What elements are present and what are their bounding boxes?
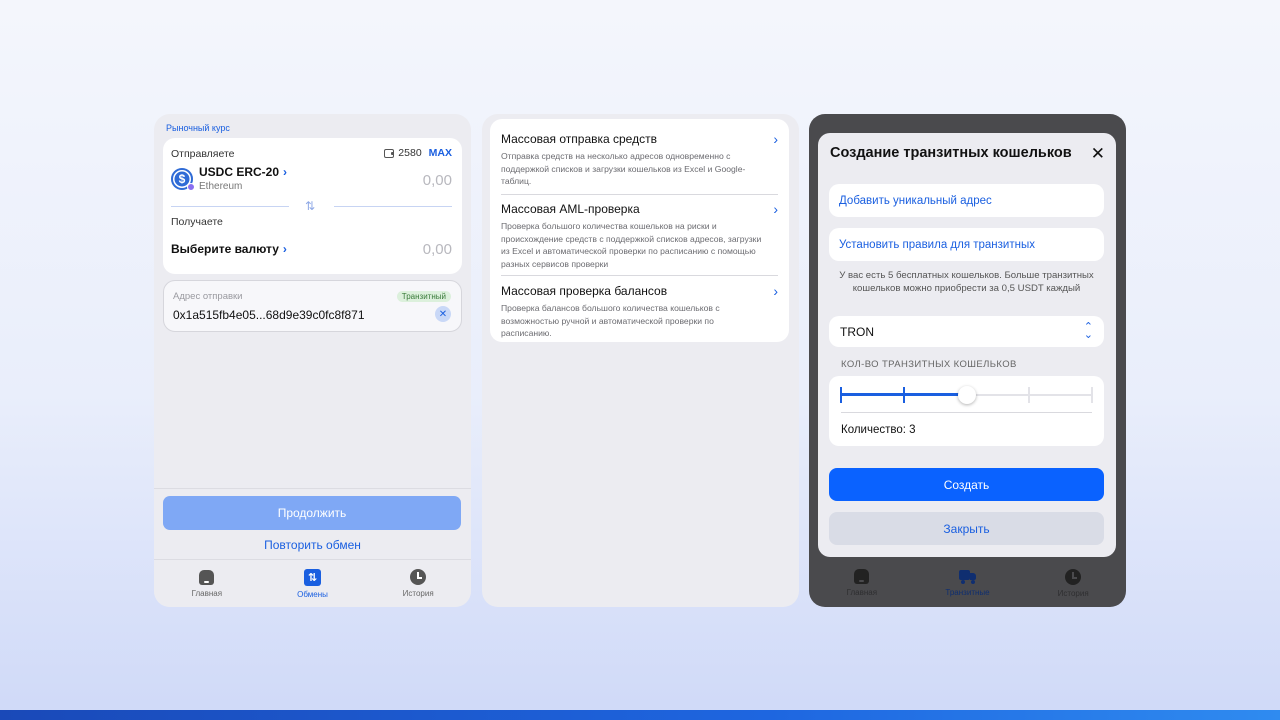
receive-label: Получаете — [171, 216, 223, 228]
chevron-right-icon: › — [773, 201, 778, 217]
tab-history[interactable]: История — [1020, 559, 1126, 607]
clear-icon[interactable]: ✕ — [435, 306, 451, 322]
wallet-icon — [384, 148, 395, 158]
chevron-right-icon: › — [283, 165, 288, 179]
slider-thumb[interactable] — [957, 386, 976, 404]
history-icon — [410, 569, 427, 585]
repeat-exchange-link[interactable]: Повторить обмен — [154, 538, 471, 552]
home-icon — [199, 569, 215, 585]
modal-title: Создание транзитных кошельков — [830, 145, 1072, 161]
market-rate-link[interactable]: Рыночный курс — [166, 123, 230, 133]
add-unique-address-button[interactable]: Добавить уникальный адрес — [829, 184, 1104, 217]
divider — [334, 206, 452, 207]
slider-tick — [902, 387, 905, 403]
item-description: Проверка большого количества кошельков н… — [501, 221, 762, 269]
address-label: Адрес отправки — [173, 291, 243, 302]
exchange-screen: Рыночный курс Отправляете 2580 MAX $ USD… — [154, 114, 471, 607]
footer-bar — [0, 710, 1280, 720]
slider-tick — [840, 387, 842, 403]
balance-value: 2580 — [398, 147, 422, 159]
coin-network: Ethereum — [199, 181, 243, 192]
coin-name: USDC ERC-20 — [199, 165, 280, 179]
usdc-coin-icon[interactable]: $ — [171, 168, 195, 191]
tab-label: Главная — [846, 588, 878, 597]
quantity-section-label: КОЛ-ВО ТРАНЗИТНЫХ КОШЕЛЬКОВ — [841, 359, 1017, 370]
divider — [171, 206, 289, 207]
home-icon — [854, 569, 870, 584]
item-title: Массовая проверка балансов — [501, 284, 668, 298]
quantity-label: Количество: 3 — [841, 424, 916, 436]
tab-label: История — [1057, 588, 1089, 598]
list-item-mass-send[interactable]: Массовая отправка средств Отправка средс… — [501, 127, 778, 195]
tab-label: Обмены — [297, 589, 328, 599]
info-text: У вас есть 5 бесплатных кошельков. Больш… — [839, 270, 1094, 294]
slider-tick — [1091, 387, 1093, 403]
set-rules-button[interactable]: Установить правила для транзитных — [829, 228, 1104, 261]
tab-transit[interactable]: Транзитные — [915, 559, 1021, 607]
tab-history[interactable]: История — [365, 560, 471, 607]
tools-list: Массовая отправка средств Отправка средс… — [490, 119, 789, 342]
network-badge-icon — [187, 183, 195, 191]
list-item-mass-balance[interactable]: Массовая проверка балансов Проверка бала… — [501, 279, 778, 339]
network-select[interactable]: TRON ⌃ ⌄ — [829, 316, 1104, 347]
address-field[interactable]: Адрес отправки Транзитный 0x1a515fb4e05.… — [163, 280, 462, 332]
transit-badge: Транзитный — [396, 291, 451, 302]
item-description: Отправка средств на несколько адресов од… — [501, 151, 746, 187]
chevron-right-icon: › — [773, 283, 778, 299]
send-amount-input[interactable]: 0,00 — [423, 172, 452, 189]
tab-bar: Главная Транзитные История — [809, 559, 1126, 607]
send-currency-selector[interactable]: USDC ERC-20 › — [199, 165, 287, 179]
history-icon — [1065, 568, 1082, 585]
divider — [841, 412, 1092, 413]
list-item-mass-aml[interactable]: Массовая AML-проверка Проверка большого … — [501, 197, 778, 276]
swap-icon[interactable]: ⇅ — [305, 199, 315, 213]
truck-icon — [958, 569, 977, 584]
chevron-right-icon: › — [282, 242, 287, 256]
address-value[interactable]: 0x1a515fb4e05...68d9e39c0fc8f871 — [173, 308, 365, 322]
exchange-card: Отправляете 2580 MAX $ USDC ERC-20 › Ethe… — [163, 138, 462, 274]
continue-button[interactable]: Продолжить — [163, 496, 461, 530]
bottom-actions: Продолжить Повторить обмен Главная ⇅ Обм… — [154, 488, 471, 607]
chevron-right-icon: › — [773, 131, 778, 147]
max-button[interactable]: MAX — [429, 147, 452, 159]
chevron-up-down-icon: ⌃ ⌄ — [1083, 321, 1093, 341]
slider-tick — [1028, 387, 1031, 403]
mass-tools-screen: Массовая отправка средств Отправка средс… — [482, 114, 799, 607]
tab-label: Главная — [191, 588, 223, 598]
tab-bar: Главная ⇅ Обмены История — [154, 559, 471, 607]
tab-home[interactable]: Главная — [154, 560, 260, 607]
tab-label: История — [402, 589, 434, 598]
tab-home[interactable]: Главная — [809, 559, 915, 607]
quantity-slider-card: Количество: 3 — [829, 376, 1104, 446]
create-transit-modal: Создание транзитных кошельков ✕ Добавить… — [818, 133, 1116, 557]
choose-currency-label: Выберите валюту — [171, 242, 279, 256]
send-label: Отправляете — [171, 148, 235, 160]
item-title: Массовая AML-проверка — [501, 202, 640, 216]
exchange-icon: ⇅ — [304, 568, 321, 586]
tab-exchanges[interactable]: ⇅ Обмены — [260, 560, 366, 607]
close-icon[interactable]: ✕ — [1091, 144, 1105, 164]
network-value: TRON — [840, 324, 874, 339]
receive-amount: 0,00 — [422, 241, 452, 258]
receive-currency-selector[interactable]: Выберите валюту › — [171, 242, 287, 256]
item-title: Массовая отправка средств — [501, 132, 657, 146]
balance: 2580 MAX — [384, 147, 452, 159]
create-button[interactable]: Создать — [829, 468, 1104, 501]
item-description: Проверка балансов большого количества ко… — [501, 303, 720, 339]
close-button[interactable]: Закрыть — [829, 512, 1104, 545]
transit-wallets-screen: Создание транзитных кошельков ✕ Добавить… — [809, 114, 1126, 607]
tab-label: Транзитные — [945, 587, 990, 597]
